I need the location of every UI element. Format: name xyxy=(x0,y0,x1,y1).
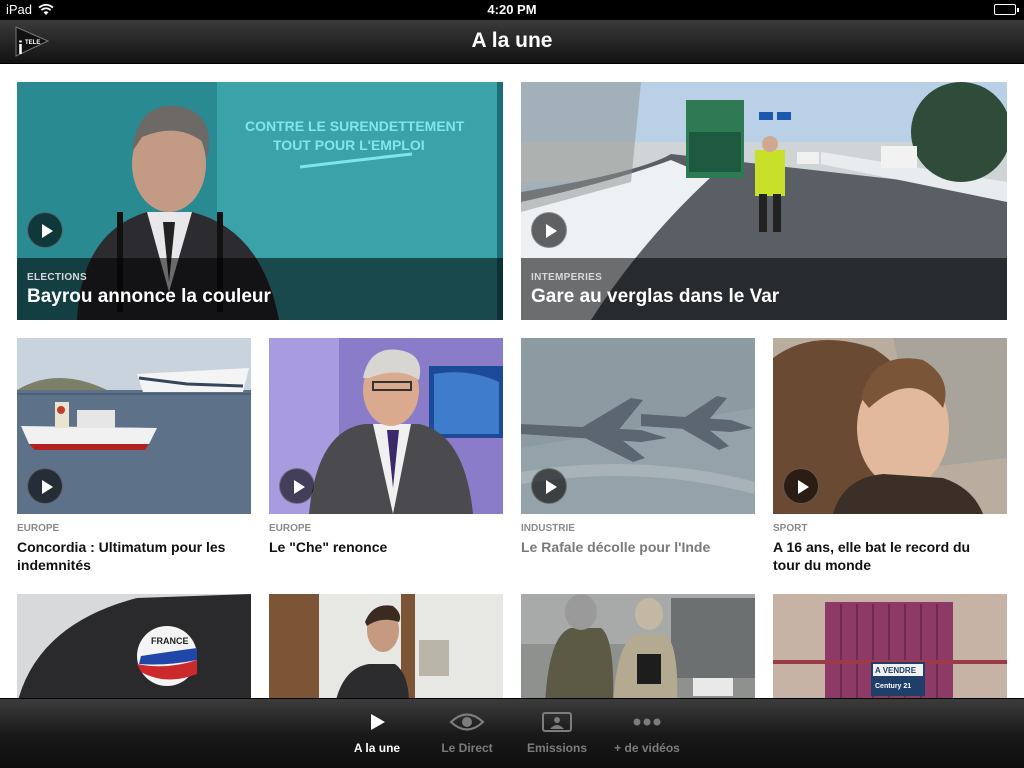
story-thumbnail: FRANCE xyxy=(17,594,251,698)
play-video-button[interactable] xyxy=(531,212,567,248)
tab-plus-de-videos[interactable]: + de vidéos xyxy=(602,699,692,768)
play-video-button[interactable] xyxy=(783,468,819,504)
featured-story-card[interactable]: CONTRE LE SURENDETTEMENT TOUT POUR L'EMP… xyxy=(17,82,503,320)
story-card[interactable]: FRANCE xyxy=(17,594,251,698)
story-thumbnail xyxy=(521,594,755,698)
tab-label: A la une xyxy=(353,741,401,755)
caption-overlay: INTEMPERIES Gare au verglas dans le Var xyxy=(521,258,1007,320)
svg-text:FRANCE: FRANCE xyxy=(151,636,189,646)
story-card[interactable]: EUROPE Concordia : Ultimatum pour les in… xyxy=(17,338,251,578)
tv-icon xyxy=(542,712,572,732)
featured-story-card[interactable]: INTEMPERIES Gare au verglas dans le Var xyxy=(521,82,1007,320)
svg-text:CONTRE LE SURENDETTEMENT: CONTRE LE SURENDETTEMENT xyxy=(245,118,465,134)
svg-text:TOUT POUR L'EMPLOI: TOUT POUR L'EMPLOI xyxy=(273,137,425,153)
story-category: ELECTIONS xyxy=(27,272,87,283)
story-headline: Le "Che" renonce xyxy=(269,539,388,555)
tab-label: + de vidéos xyxy=(614,741,680,755)
play-video-button[interactable] xyxy=(27,212,63,248)
story-category: INTEMPERIES xyxy=(531,272,603,283)
tab-le-direct[interactable]: Le Direct xyxy=(422,699,512,768)
story-category: SPORT xyxy=(773,523,808,534)
play-video-button[interactable] xyxy=(27,468,63,504)
story-headline: Gare au verglas dans le Var xyxy=(531,286,780,307)
caption-overlay: ELECTIONS Bayrou annonce la couleur xyxy=(17,258,503,320)
story-card[interactable] xyxy=(521,594,755,698)
story-card[interactable] xyxy=(269,594,503,698)
svg-text:A VENDRE: A VENDRE xyxy=(875,666,917,675)
svg-text:Century 21: Century 21 xyxy=(875,683,911,690)
story-thumbnail xyxy=(269,594,503,698)
story-category: EUROPE xyxy=(17,523,60,534)
status-bar: iPad 4:20 PM xyxy=(0,0,1024,20)
tab-label: Le Direct xyxy=(441,741,493,755)
tab-a-la-une[interactable]: A la une xyxy=(332,699,422,768)
story-category: INDUSTRIE xyxy=(521,523,575,534)
tab-bar: A la une Le Direct Emissions + de vidéos xyxy=(0,698,1024,768)
battery-icon xyxy=(994,4,1019,15)
story-card[interactable]: A VENDRE Century 21 xyxy=(773,594,1007,698)
eye-icon xyxy=(449,713,485,731)
story-card[interactable]: EUROPE Le "Che" renonce xyxy=(269,338,503,578)
story-thumbnail: A VENDRE Century 21 xyxy=(773,594,1007,698)
story-headline: A 16 ans, elle bat le record du tour du … xyxy=(773,539,971,573)
play-video-button[interactable] xyxy=(531,468,567,504)
story-headline: Concordia : Ultimatum pour les indemnité… xyxy=(17,539,226,573)
tab-emissions[interactable]: Emissions xyxy=(512,699,602,768)
clock: 4:20 PM xyxy=(487,2,537,17)
story-category: EUROPE xyxy=(269,523,312,534)
more-dots-icon xyxy=(633,718,661,726)
navigation-bar: i TELE A la une xyxy=(0,20,1024,64)
play-video-button[interactable] xyxy=(279,468,315,504)
play-icon xyxy=(371,714,385,730)
story-headline: Bayrou annonce la couleur xyxy=(27,286,271,307)
page-title: A la une xyxy=(471,29,553,52)
news-grid: CONTRE LE SURENDETTEMENT TOUT POUR L'EMP… xyxy=(0,64,1024,698)
story-card[interactable]: INDUSTRIE Le Rafale décolle pour l'Inde xyxy=(521,338,755,578)
tab-label: Emissions xyxy=(526,741,588,755)
story-headline: Le Rafale décolle pour l'Inde xyxy=(521,539,711,555)
story-card[interactable]: SPORT A 16 ans, elle bat le record du to… xyxy=(773,338,1007,578)
